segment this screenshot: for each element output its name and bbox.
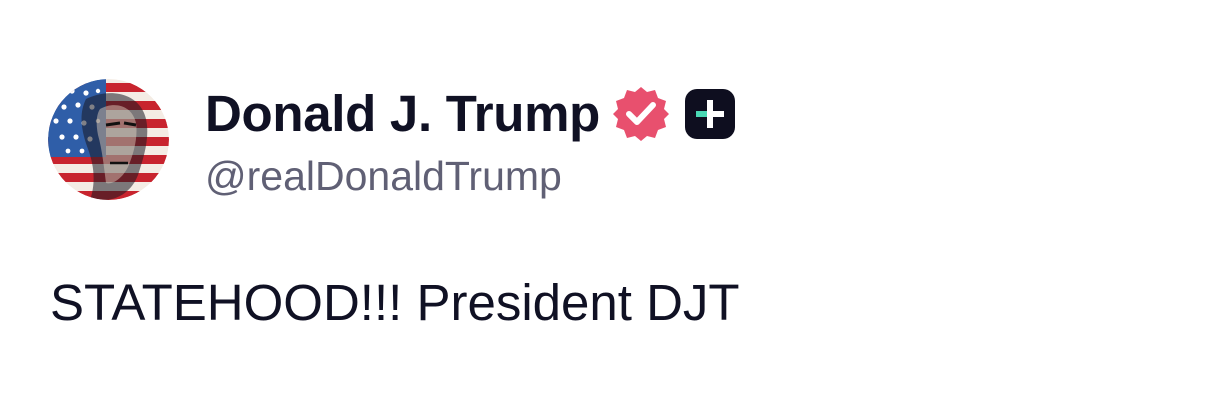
- author-avatar[interactable]: [48, 79, 169, 200]
- post-body-text: STATEHOOD!!! President DJT: [50, 274, 740, 331]
- plus-badge-icon[interactable]: [683, 87, 737, 141]
- author-handle[interactable]: @realDonaldTrump: [205, 150, 562, 202]
- verified-badge-icon: [612, 85, 670, 143]
- post-card: Donald J. Trump @realDonaldTrump STATEHO…: [0, 0, 1221, 407]
- avatar-flag-portrait-icon: [48, 79, 169, 200]
- author-name-row: Donald J. Trump: [205, 84, 737, 144]
- author-display-name[interactable]: Donald J. Trump: [205, 84, 600, 144]
